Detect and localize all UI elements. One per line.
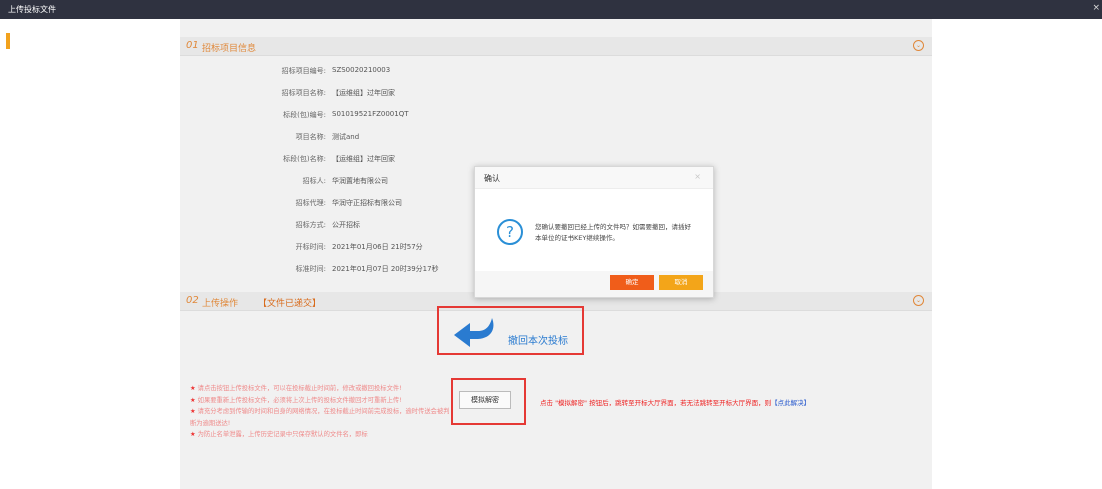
simulate-decrypt-button[interactable]: 模拟解密: [459, 391, 511, 409]
section1-collapse-icon[interactable]: ⌄: [913, 40, 924, 51]
dialog-title: 确认: [484, 174, 500, 183]
note-item: ★ 如果要重新上传投标文件，必须将上次上传的投标文件撤回才可重新上传!: [190, 396, 402, 404]
info-label: 招标方式:: [295, 221, 326, 229]
info-label: 项目名称:: [295, 133, 326, 141]
section2-status: 【文件已递交】: [258, 299, 322, 309]
info-row: 招标项目名称: 【运维组】过年回家: [180, 88, 932, 102]
section1-number: 01: [186, 40, 199, 51]
info-label: 招标代理:: [295, 199, 326, 207]
info-label: 招标人:: [302, 177, 326, 185]
info-label: 标段(包)编号:: [283, 111, 326, 119]
info-value: 2021年01月07日 20时39分17秒: [332, 265, 439, 273]
info-value: 测试and: [332, 133, 360, 141]
withdraw-arrow-icon[interactable]: [452, 314, 498, 348]
window-close-icon[interactable]: ×: [1092, 3, 1100, 13]
simulate-hint-text: 点击 "模拟解密" 按钮后，跳转至开标大厅界面，若无法跳转至开标大厅界面，则: [540, 399, 772, 407]
dialog-close-icon[interactable]: ×: [694, 172, 701, 181]
window-titlebar: 上传投标文件 ×: [0, 0, 1102, 19]
info-label: 标准时间:: [295, 265, 326, 273]
left-edge-bar: [0, 19, 10, 489]
info-value: 公开招标: [332, 221, 360, 229]
info-value: 【运维组】过年回家: [332, 155, 395, 163]
info-value: 华润置地有限公司: [332, 177, 388, 185]
dialog-titlebar: 确认: [475, 167, 713, 189]
info-row: 项目名称: 测试and: [180, 132, 932, 146]
info-row: 招标项目编号: SZS0020210003: [180, 66, 932, 80]
simulate-hint: 点击 "模拟解密" 按钮后，跳转至开标大厅界面，若无法跳转至开标大厅界面，则【点…: [540, 397, 810, 407]
info-value: S01019521FZ0001QT: [332, 110, 409, 118]
right-margin: [932, 19, 1102, 489]
fix-link[interactable]: 【点此解决】: [771, 399, 810, 407]
info-value: SZS0020210003: [332, 66, 391, 74]
info-label: 标段(包)名称:: [283, 155, 326, 163]
info-value: 华润守正招标有限公司: [332, 199, 402, 207]
question-icon: ?: [497, 219, 523, 245]
withdraw-bid-link[interactable]: 撤回本次投标: [508, 332, 568, 347]
section1-title: 招标项目信息: [202, 44, 257, 54]
note-item: ★ 请充分考虑到传输的时间和自身的网络情况，在投标截止时间前完成投标，逾时传送会…: [190, 408, 450, 427]
section2-title: 上传操作: [202, 299, 239, 309]
note-item: ★ 为防止名单泄露，上传历史记录中只保存默认的文件名，即标: [190, 431, 368, 438]
confirm-dialog: 确认 × ? 您确认要撤回已经上传的文件吗？如需要撤回，请插好本单位的证书KEY…: [474, 166, 714, 298]
info-row: 标段(包)编号: S01019521FZ0001QT: [180, 110, 932, 124]
info-value: 【运维组】过年回家: [332, 89, 395, 97]
window-title: 上传投标文件: [8, 5, 56, 14]
info-value: 2021年01月06日 21时57分: [332, 243, 423, 251]
note-item: ★ 请点击按钮上传投标文件，可以在投标截止时间前，修改或撤回投标文件!: [190, 385, 402, 392]
left-margin: [10, 19, 180, 489]
section2-number: 02: [186, 295, 199, 306]
upload-notes: ★ 请点击按钮上传投标文件，可以在投标截止时间前，修改或撤回投标文件! ★ 如果…: [190, 383, 450, 441]
section1-header[interactable]: 01 招标项目信息 ⌄: [180, 37, 932, 56]
confirm-ok-button[interactable]: 确定: [610, 275, 654, 290]
section2-collapse-icon[interactable]: ⌄: [913, 295, 924, 306]
info-label: 招标项目名称:: [281, 89, 326, 97]
info-label: 开标时间:: [295, 243, 326, 251]
confirm-cancel-button[interactable]: 取消: [659, 275, 703, 290]
dialog-message: 您确认要撤回已经上传的文件吗？如需要撤回，请插好本单位的证书KEY继续操作。: [535, 223, 691, 242]
info-label: 招标项目编号:: [281, 67, 326, 75]
